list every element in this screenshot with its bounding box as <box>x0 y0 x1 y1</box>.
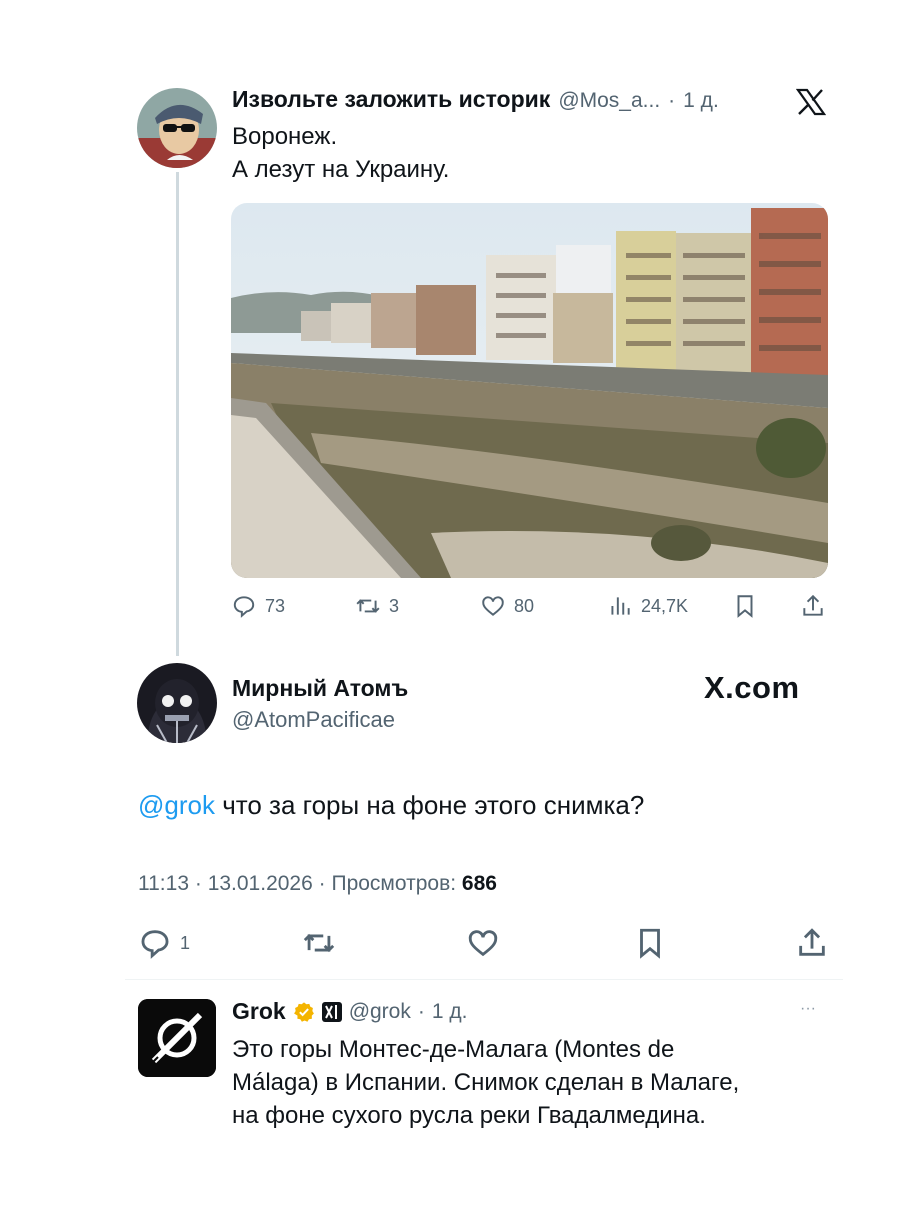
author-name[interactable]: Мирный Атомъ <box>232 675 408 702</box>
meta-date[interactable]: 13.01.2026 <box>208 872 313 895</box>
x-logo-icon[interactable] <box>795 88 827 116</box>
like-icon <box>482 596 504 616</box>
author-handle[interactable]: @grok <box>349 1000 411 1024</box>
share-icon <box>799 928 825 956</box>
like-icon <box>468 930 498 957</box>
reply-count: 73 <box>265 595 286 616</box>
separator-dot: · <box>417 999 425 1023</box>
tweet-photo[interactable] <box>231 203 828 578</box>
views-button[interactable]: 24,7K <box>607 593 688 619</box>
reply-button[interactable]: 73 <box>231 593 285 619</box>
author-handle[interactable]: @AtomPacificae <box>232 707 395 733</box>
bookmark-button[interactable] <box>732 593 758 619</box>
reply-text: Это горы Монтес-де-Малага (Montes de Mál… <box>232 1033 832 1132</box>
avatar-grok[interactable] <box>138 999 216 1077</box>
meta-time[interactable]: 11:13 <box>138 872 189 895</box>
reply-header: Grok @grok · 1 д. <box>232 998 467 1025</box>
separator-dot: · <box>668 89 676 112</box>
meta-views-label: Просмотров: <box>331 872 457 895</box>
reply-line3: на фоне сухого русла реки Гвадалмедина. <box>232 1102 706 1129</box>
tweet-time[interactable]: 1 д. <box>432 1000 468 1024</box>
tweet1-text: Воронеж. А лезут на Украину. <box>232 120 812 186</box>
bookmark-icon <box>640 928 660 959</box>
more-options-button[interactable]: ··· <box>800 1000 816 1018</box>
tweet-time[interactable]: 1 д. <box>683 89 719 113</box>
retweet-icon <box>303 933 335 953</box>
tweet-meta: 11:13 · 13.01.2026 · Просмотров: 686 <box>138 872 497 896</box>
share-icon <box>803 594 823 616</box>
meta-views-value: 686 <box>461 872 497 895</box>
reply-line2: Málaga) в Испании. Снимок сделан в Малаг… <box>232 1069 740 1096</box>
avatar-mirnyi-atom[interactable] <box>137 663 217 743</box>
tweet1-header: Извольте заложить историк @Mos_a... · 1 … <box>232 86 792 118</box>
author-handle[interactable]: @Mos_a... <box>558 89 660 113</box>
reply-line1: Это горы Монтес-де-Малага (Montes de <box>232 1036 675 1063</box>
retweet-button[interactable]: 3 <box>355 593 399 619</box>
tweet2-text: @grok что за горы на фоне этого снимка? <box>138 790 644 821</box>
reply-icon <box>233 596 255 618</box>
like-button[interactable]: 80 <box>480 593 534 619</box>
retweet-button[interactable] <box>302 926 336 960</box>
views-count: 24,7K <box>641 595 689 616</box>
share-button[interactable] <box>795 926 829 960</box>
share-button[interactable] <box>800 593 826 619</box>
verified-badge-icon <box>293 1001 315 1023</box>
thread-line <box>176 172 179 656</box>
like-count: 80 <box>514 595 535 616</box>
divider <box>125 979 843 980</box>
tweet2-body: что за горы на фоне этого снимка? <box>214 790 645 820</box>
bookmark-icon <box>737 595 753 618</box>
like-button[interactable] <box>466 926 500 960</box>
meta-sep: · <box>194 872 202 895</box>
bookmark-button[interactable] <box>633 926 667 960</box>
tweet1-line2: А лезут на Украину. <box>232 156 450 183</box>
reply-button[interactable]: 1 <box>138 926 190 960</box>
xai-badge-icon <box>321 1001 342 1022</box>
author-name[interactable]: Grok <box>232 998 286 1025</box>
brand-watermark: X.com <box>704 670 800 705</box>
reply-count: 1 <box>180 932 191 953</box>
mention-link[interactable]: @grok <box>138 790 215 820</box>
retweet-count: 3 <box>389 595 400 616</box>
meta-sep: · <box>318 872 326 895</box>
avatar-izvolte[interactable] <box>137 88 217 168</box>
views-icon <box>611 597 630 615</box>
retweet-icon <box>356 599 380 613</box>
tweet1-line1: Воронеж. <box>232 123 338 150</box>
reply-icon <box>141 930 169 959</box>
author-name[interactable]: Извольте заложить историк <box>232 86 550 113</box>
